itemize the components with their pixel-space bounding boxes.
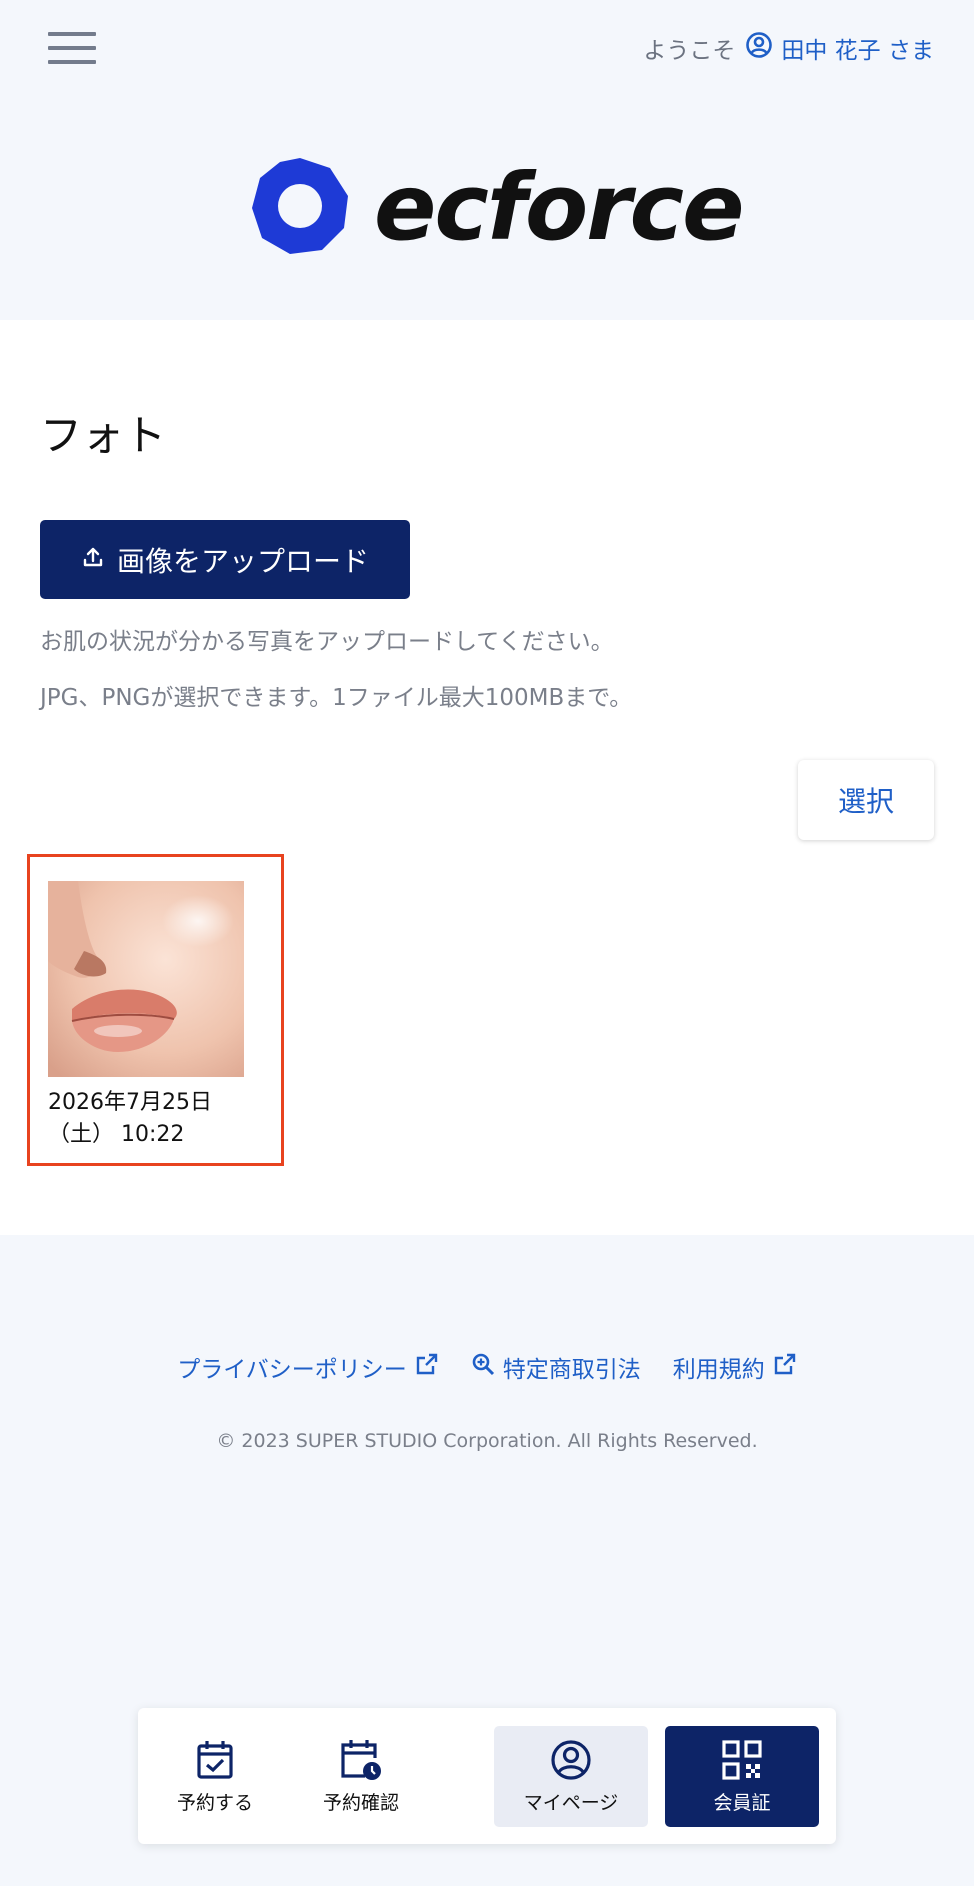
nav-my-page-label: マイページ: [523, 1792, 619, 1814]
photo-thumbnail[interactable]: [48, 881, 244, 1077]
commercial-law-link[interactable]: 特定商取引法: [471, 1350, 641, 1384]
user-name-link[interactable]: 田中 花子 さま: [745, 31, 934, 65]
nav-membership-card-label: 会員証: [713, 1792, 771, 1814]
main-content: フォト 画像をアップロード お肌の状況が分かる写真をアップロードしてください。 …: [0, 320, 974, 1235]
privacy-policy-link[interactable]: プライバシーポリシー: [177, 1350, 439, 1384]
upload-button-label: 画像をアップロード: [116, 544, 369, 578]
user-circle-icon: [745, 31, 773, 65]
ecforce-logo: ecforce: [250, 154, 744, 261]
commercial-law-label: 特定商取引法: [502, 1357, 641, 1383]
nav-check-reservation[interactable]: 予約確認: [284, 1726, 438, 1827]
upload-image-button[interactable]: 画像をアップロード: [40, 520, 410, 599]
header: ようこそ 田中 花子 さま ecforce: [0, 0, 974, 320]
privacy-policy-label: プライバシーポリシー: [177, 1357, 407, 1383]
nav-membership-card[interactable]: 会員証: [665, 1726, 819, 1827]
zoom-in-icon: [471, 1352, 495, 1382]
photo-date-line2: （土） 10:22: [48, 1122, 185, 1147]
nav-make-reservation[interactable]: 予約する: [138, 1726, 292, 1827]
logo-mark-icon: [250, 156, 350, 260]
greeting-text: ようこそ: [643, 38, 736, 64]
terms-of-use-label: 利用規約: [672, 1357, 765, 1383]
copyright-text: © 2023 SUPER STUDIO Corporation. All Rig…: [216, 1430, 758, 1452]
bottom-navigation: 予約する 予約確認 マイページ 会員証: [138, 1708, 836, 1844]
logo-text: ecforce: [374, 154, 744, 261]
calendar-clock-icon: [339, 1738, 383, 1782]
nav-check-reservation-label: 予約確認: [322, 1792, 399, 1814]
terms-of-use-link[interactable]: 利用規約: [673, 1350, 797, 1384]
welcome-area: ようこそ 田中 花子 さま: [643, 30, 934, 66]
nav-my-page[interactable]: マイページ: [494, 1726, 648, 1827]
external-link-icon: [773, 1352, 797, 1382]
photo-date: 2026年7月25日 （土） 10:22: [48, 1087, 278, 1151]
external-link-icon: [415, 1352, 439, 1382]
upload-instruction-text: お肌の状況が分かる写真をアップロードしてください。: [40, 629, 614, 655]
calendar-check-icon: [193, 1738, 237, 1782]
nav-make-reservation-label: 予約する: [176, 1792, 253, 1814]
footer-links: プライバシーポリシー 特定商取引法 利用規約: [0, 1350, 974, 1384]
user-name: 田中 花子 さま: [781, 38, 934, 64]
hamburger-menu-icon[interactable]: [46, 30, 98, 66]
user-circle-icon: [549, 1738, 593, 1782]
photo-card[interactable]: 2026年7月25日 （土） 10:22: [27, 854, 284, 1166]
photo-date-line1: 2026年7月25日: [48, 1090, 212, 1115]
page-title: フォト: [40, 411, 167, 460]
upload-icon: [81, 543, 105, 576]
select-button[interactable]: 選択: [798, 760, 934, 840]
qr-code-icon: [720, 1738, 764, 1782]
file-format-note: JPG、PNGが選択できます。1ファイル最大100MBまで。: [40, 685, 633, 711]
